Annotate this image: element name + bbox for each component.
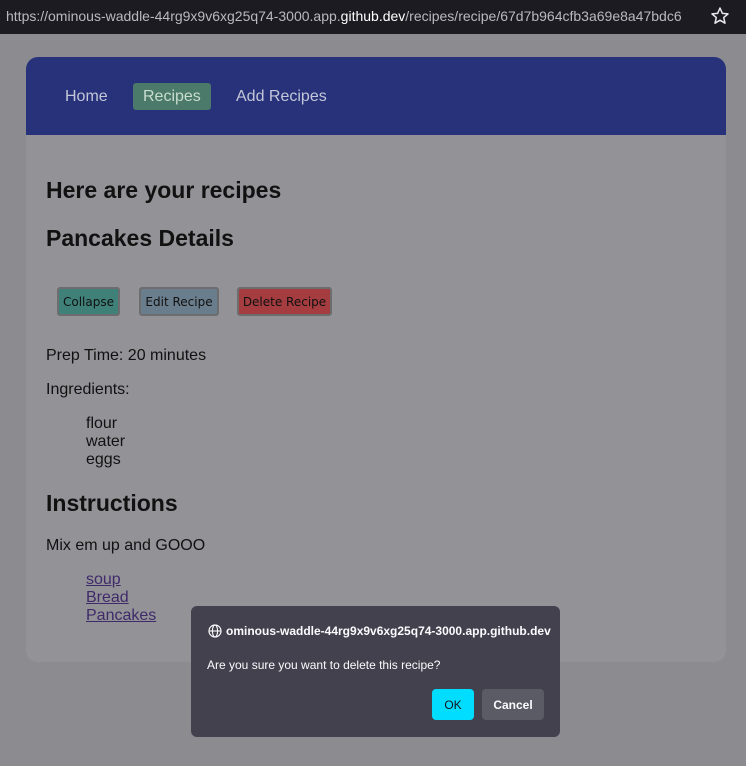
ingredient-item: water	[86, 433, 126, 450]
ingredient-item: flour	[86, 415, 118, 432]
ok-button[interactable]: OK	[432, 689, 474, 720]
url-text[interactable]: https://ominous-waddle-44rg9x9v6xg25q74-…	[6, 8, 682, 24]
dialog-origin: ominous-waddle-44rg9x9v6xg25q74-3000.app…	[208, 624, 551, 638]
recipe-detail-title: Pancakes Details	[46, 225, 234, 251]
dialog-message: Are you sure you want to delete this rec…	[207, 658, 441, 672]
recipe-link-pancakes[interactable]: Pancakes	[86, 607, 156, 625]
url-host: github.dev	[340, 8, 406, 24]
collapse-button[interactable]: Collapse	[57, 287, 120, 316]
star-icon[interactable]	[710, 6, 730, 26]
prep-time: Prep Time: 20 minutes	[46, 347, 207, 364]
app-card: Home Recipes Add Recipes Here are your r…	[26, 57, 726, 662]
instructions-text: Mix em up and GOOO	[46, 537, 206, 554]
nav-home[interactable]: Home	[55, 83, 118, 110]
instructions-title: Instructions	[46, 490, 178, 516]
address-bar[interactable]: https://ominous-waddle-44rg9x9v6xg25q74-…	[0, 0, 746, 34]
dialog-origin-text: ominous-waddle-44rg9x9v6xg25q74-3000.app…	[226, 624, 551, 638]
cancel-button[interactable]: Cancel	[482, 689, 544, 720]
delete-recipe-button[interactable]: Delete Recipe	[237, 287, 332, 316]
nav-recipes[interactable]: Recipes	[133, 83, 211, 110]
globe-icon	[208, 624, 222, 638]
confirm-dialog: ominous-waddle-44rg9x9v6xg25q74-3000.app…	[191, 606, 560, 737]
navbar: Home Recipes Add Recipes	[26, 57, 726, 135]
page-heading: Here are your recipes	[46, 177, 282, 203]
url-path: /recipes/recipe/67d7b964cfb3a69e8a47bdc6	[405, 8, 682, 24]
recipe-link-bread[interactable]: Bread	[86, 589, 129, 607]
edit-recipe-button[interactable]: Edit Recipe	[139, 287, 219, 316]
ingredients-label: Ingredients:	[46, 381, 130, 398]
nav-add-recipes[interactable]: Add Recipes	[226, 83, 337, 110]
ingredient-item: eggs	[86, 451, 121, 468]
recipe-link-soup[interactable]: soup	[86, 571, 121, 589]
url-prefix: https://ominous-waddle-44rg9x9v6xg25q74-…	[6, 8, 341, 24]
